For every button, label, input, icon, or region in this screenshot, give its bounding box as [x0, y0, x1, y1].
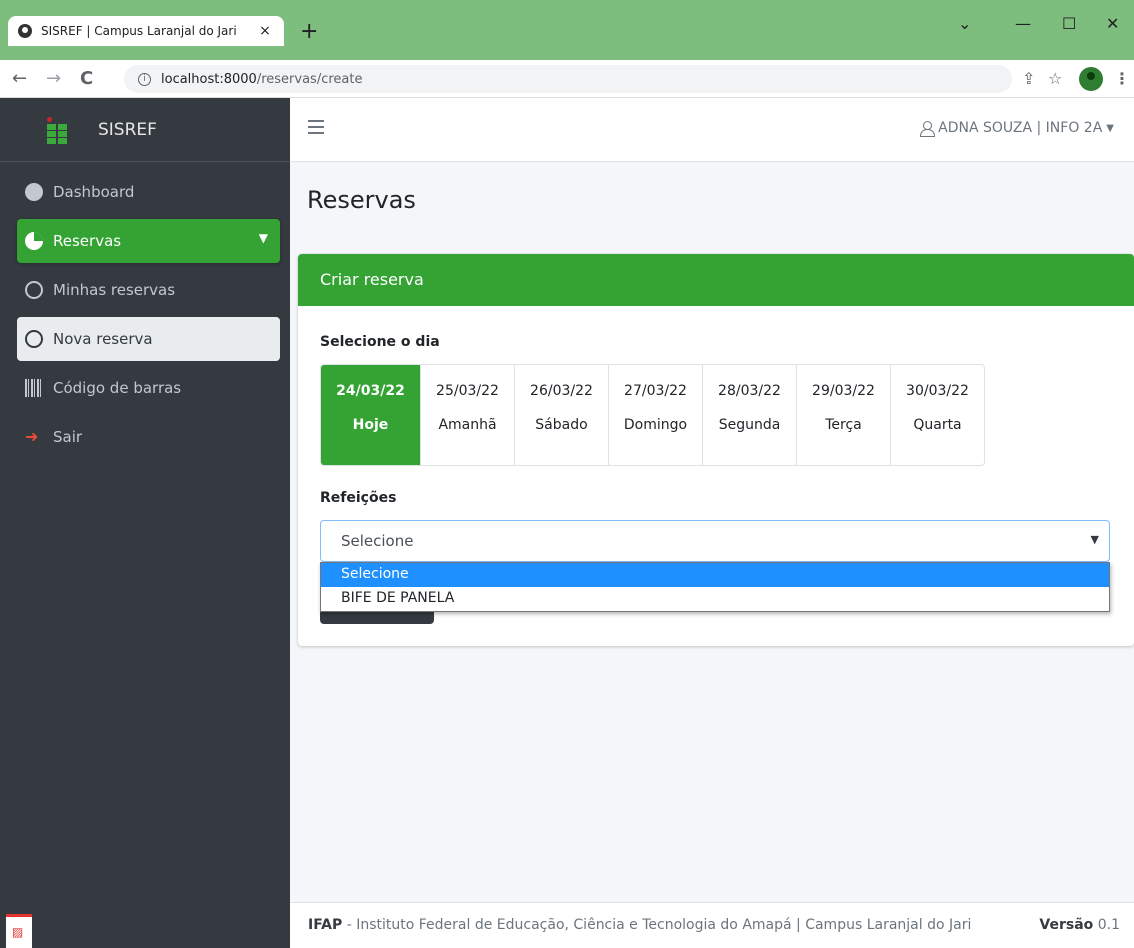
- sign-out-icon: ➜: [25, 427, 39, 446]
- sidebar-item-codigo-de-barras[interactable]: Código de barras: [17, 366, 280, 410]
- forward-icon[interactable]: →: [46, 68, 61, 89]
- tab-search-icon[interactable]: ⌄: [958, 14, 971, 33]
- url-host: localhost:8000: [161, 71, 257, 87]
- meal-label: Refeições: [320, 490, 397, 506]
- bookmark-star-icon[interactable]: ☆: [1048, 69, 1062, 88]
- meal-option[interactable]: BIFE DE PANELA: [321, 587, 1109, 611]
- tachometer-icon: [25, 183, 43, 201]
- sidebar-item-label: Sair: [53, 428, 83, 446]
- card-header: Criar reserva: [298, 254, 1134, 306]
- day-name: Quarta: [913, 417, 962, 433]
- chevron-down-icon: ▼: [1090, 533, 1099, 546]
- version-label: Versão: [1039, 917, 1094, 933]
- circle-icon: [25, 330, 43, 348]
- laravel-icon: ▨: [12, 925, 24, 939]
- sidebar-nav: Dashboard Reservas ▼ Minhas reservas Nov…: [0, 162, 290, 459]
- meal-select-value: Selecione: [341, 532, 414, 550]
- meal-select-dropdown: Selecione BIFE DE PANELA: [320, 562, 1110, 612]
- day-name: Segunda: [718, 417, 781, 433]
- site-info-icon[interactable]: i: [138, 72, 151, 86]
- day-label: Selecione o dia: [320, 334, 440, 350]
- share-icon[interactable]: ⇪: [1022, 69, 1035, 88]
- address-bar: ← → C i localhost:8000/reservas/create ⇪…: [0, 60, 1134, 98]
- chevron-down-icon: ▼: [258, 231, 268, 245]
- top-navbar: ADNA SOUZA | INFO 2A ▼: [290, 98, 1134, 162]
- day-date: 24/03/22: [336, 383, 405, 399]
- day-date: 26/03/22: [530, 383, 593, 399]
- user-menu[interactable]: ADNA SOUZA | INFO 2A ▼: [920, 120, 1114, 137]
- version-number: 0.1: [1097, 917, 1120, 933]
- browser-tabstrip: SISREF | Campus Laranjal do Jari × + ⌄ —…: [0, 0, 1134, 60]
- day-date: 27/03/22: [624, 383, 687, 399]
- day-name: Domingo: [623, 417, 688, 433]
- sidebar-item-nova-reserva[interactable]: Nova reserva: [17, 317, 280, 361]
- day-option[interactable]: 29/03/22 Terça: [796, 365, 890, 465]
- page-title: Reservas: [307, 186, 416, 214]
- sidebar-item-label: Reservas: [53, 232, 122, 250]
- day-name: Amanhã: [438, 417, 497, 433]
- ifap-logo-icon: [47, 117, 67, 144]
- user-icon: [920, 121, 936, 137]
- day-name: Hoje: [352, 417, 389, 433]
- maximize-icon[interactable]: ☐: [1062, 14, 1076, 33]
- url-input[interactable]: i localhost:8000/reservas/create: [124, 65, 1012, 93]
- day-option[interactable]: 26/03/22 Sábado: [514, 365, 608, 465]
- barcode-icon: [25, 379, 43, 397]
- sidebar: SISREF Dashboard Reservas ▼ Minhas reser…: [0, 98, 290, 948]
- sidebar-item-dashboard[interactable]: Dashboard: [17, 170, 280, 214]
- day-name: Sábado: [535, 417, 588, 433]
- profile-avatar-icon[interactable]: [1079, 67, 1103, 91]
- close-window-icon[interactable]: ✕: [1106, 14, 1119, 33]
- debugbar-toggle[interactable]: ▨: [6, 914, 32, 948]
- day-date: 28/03/22: [718, 383, 781, 399]
- footer: IFAP - Instituto Federal de Educação, Ci…: [290, 902, 1134, 948]
- sidebar-item-reservas[interactable]: Reservas ▼: [17, 219, 280, 263]
- day-option[interactable]: 25/03/22 Amanhã: [420, 365, 514, 465]
- brand[interactable]: SISREF: [0, 98, 290, 162]
- day-date: 25/03/22: [436, 383, 499, 399]
- chevron-down-icon: ▼: [1106, 122, 1114, 134]
- footer-text: - Instituto Federal de Educação, Ciência…: [342, 917, 972, 933]
- url-path: /reservas/create: [256, 71, 363, 87]
- version-info: Versão 0.1: [1039, 917, 1120, 933]
- sidebar-item-label: Dashboard: [53, 183, 135, 201]
- meal-select[interactable]: Selecione ▼: [320, 520, 1110, 562]
- sidebar-item-label: Código de barras: [53, 379, 182, 397]
- meal-option[interactable]: Selecione: [321, 563, 1109, 587]
- minimize-icon[interactable]: —: [1015, 14, 1031, 33]
- brand-name: SISREF: [98, 119, 157, 140]
- day-date: 29/03/22: [812, 383, 875, 399]
- site-favicon-icon: [18, 24, 32, 38]
- day-option[interactable]: 24/03/22 Hoje: [321, 365, 420, 465]
- hamburger-menu-icon[interactable]: [308, 120, 324, 134]
- day-option[interactable]: 30/03/22 Quarta: [890, 365, 984, 465]
- day-name: Terça: [825, 417, 862, 433]
- browser-menu-icon[interactable]: ⋮: [1114, 69, 1130, 88]
- day-option[interactable]: 27/03/22 Domingo: [608, 365, 702, 465]
- sidebar-item-label: Nova reserva: [53, 330, 153, 348]
- footer-org: IFAP: [308, 917, 343, 933]
- day-date: 30/03/22: [906, 383, 969, 399]
- reload-icon[interactable]: C: [80, 68, 93, 89]
- pie-chart-icon: [25, 232, 43, 250]
- browser-tab[interactable]: SISREF | Campus Laranjal do Jari ×: [8, 16, 284, 46]
- new-tab-button[interactable]: +: [300, 21, 318, 43]
- circle-icon: [25, 281, 43, 299]
- back-icon[interactable]: ←: [12, 68, 27, 89]
- sidebar-item-label: Minhas reservas: [53, 281, 176, 299]
- tab-title: SISREF | Campus Laranjal do Jari: [41, 24, 237, 38]
- sidebar-item-sair[interactable]: ➜ Sair: [17, 415, 280, 459]
- user-name: ADNA SOUZA | INFO 2A: [938, 120, 1103, 136]
- day-option[interactable]: 28/03/22 Segunda: [702, 365, 796, 465]
- tab-close-icon[interactable]: ×: [256, 23, 274, 39]
- day-selector: 24/03/22 Hoje 25/03/22 Amanhã 26/03/22 S…: [320, 364, 985, 466]
- sidebar-item-minhas-reservas[interactable]: Minhas reservas: [17, 268, 280, 312]
